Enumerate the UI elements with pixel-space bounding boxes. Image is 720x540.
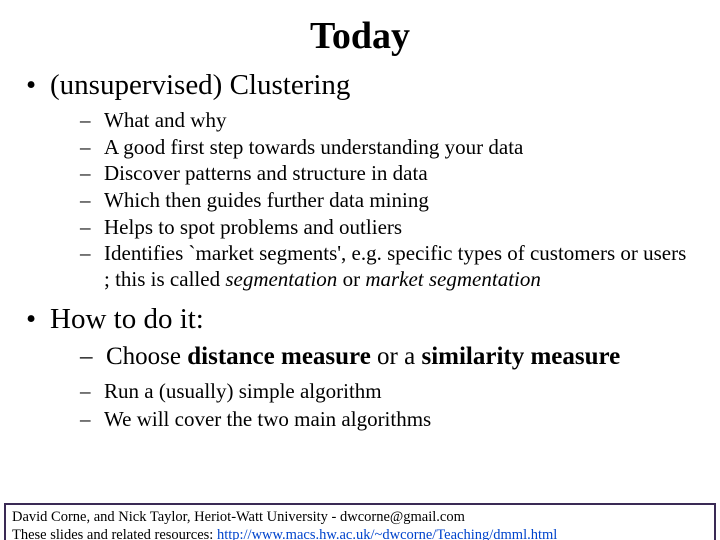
sub-item-choose-measure: Choose distance measure or a similarity … [80, 341, 696, 372]
sub-list-howto: Choose distance measure or a similarity … [50, 341, 696, 433]
sub-item: Helps to spot problems and outliers [80, 215, 696, 241]
bullet-clustering: (unsupervised) Clustering What and why A… [24, 68, 696, 292]
bold-distance-measure: distance measure [187, 343, 371, 370]
bullet-how-to: How to do it: Choose distance measure or… [24, 302, 696, 432]
slide: Today (unsupervised) Clustering What and… [0, 14, 720, 540]
footer-line-authors: David Corne, and Nick Taylor, Heriot-Wat… [12, 508, 708, 526]
slide-title: Today [0, 14, 720, 58]
emphasis-market-segmentation: market segmentation [365, 267, 541, 291]
footer-line-resources: These slides and related resources: http… [12, 526, 708, 540]
sub-item: What and why [80, 108, 696, 134]
footer-link[interactable]: http://www.macs.hw.ac.uk/~dwcorne/Teachi… [217, 527, 557, 540]
sub-item: Which then guides further data mining [80, 188, 696, 214]
bold-similarity-measure: similarity measure [421, 343, 620, 370]
bullet-text: How to do it: [50, 303, 204, 335]
sub-item: We will cover the two main algorithms [80, 406, 696, 432]
sub-item: A good first step towards understanding … [80, 135, 696, 161]
emphasis-segmentation: segmentation [225, 267, 337, 291]
footer-text: These slides and related resources: [12, 527, 217, 540]
sub-item: Discover patterns and structure in data [80, 161, 696, 187]
sub-list-clustering: What and why A good first step towards u… [50, 108, 696, 292]
text: Choose [106, 343, 187, 370]
bullet-text: (unsupervised) Clustering [50, 69, 350, 101]
slide-content: (unsupervised) Clustering What and why A… [0, 68, 720, 432]
footer-box: David Corne, and Nick Taylor, Heriot-Wat… [4, 503, 716, 540]
sub-item: Run a (usually) simple algorithm [80, 378, 696, 404]
sub-item-segmentation: Identifies `market segments', e.g. speci… [80, 241, 696, 292]
text: or [337, 267, 365, 291]
bullet-list-level1: (unsupervised) Clustering What and why A… [24, 68, 696, 432]
text: or a [371, 343, 422, 370]
